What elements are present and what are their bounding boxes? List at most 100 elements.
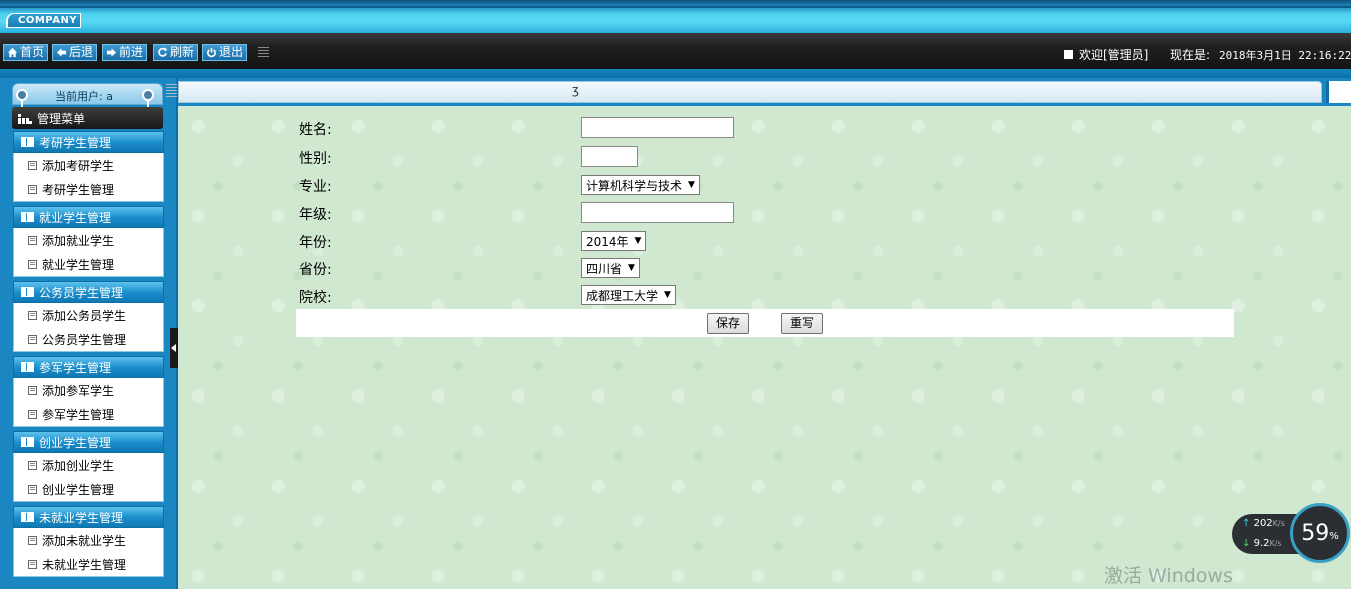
- menu-item-add-gongwuyuan[interactable]: 添加公务员学生: [14, 303, 163, 327]
- percent-sign: %: [1329, 530, 1339, 542]
- menu-item-add-weijiuye[interactable]: 添加未就业学生: [14, 528, 163, 552]
- refresh-button[interactable]: 刷新: [153, 44, 199, 61]
- sidebar-collapse-toggle[interactable]: [170, 328, 178, 368]
- menu-item-add-canjun[interactable]: 添加参军学生: [14, 378, 163, 402]
- menu-item-manage-gongwuyuan[interactable]: 公务员学生管理: [14, 327, 163, 351]
- header-separator: [0, 69, 1351, 78]
- group-items: 添加考研学生 考研学生管理: [13, 153, 164, 202]
- top-banner: COMPANY: [0, 0, 1351, 33]
- dropdown-arrow-icon: ▼: [688, 180, 695, 190]
- document-icon: [28, 535, 37, 545]
- document-icon: [28, 559, 37, 569]
- menu-item-manage-kaoyan[interactable]: 考研学生管理: [14, 177, 163, 201]
- group-items: 添加未就业学生 未就业学生管理: [13, 528, 164, 577]
- dropdown-arrow-icon: ▼: [628, 263, 635, 273]
- grade-input[interactable]: [581, 202, 734, 223]
- current-user-label: 当前用户: a: [55, 90, 113, 103]
- book-icon: [21, 137, 34, 147]
- arrow-down-icon: ↓: [1242, 538, 1251, 549]
- book-icon: [21, 437, 34, 447]
- menu-item-manage-canjun[interactable]: 参军学生管理: [14, 402, 163, 426]
- current-datetime: 2018年3月1日 22:16:22: [1219, 49, 1351, 62]
- menu-group-kaoyan: 考研学生管理 添加考研学生 考研学生管理: [13, 131, 164, 202]
- arrow-up-icon: ↑: [1242, 518, 1251, 529]
- menu-title: 管理菜单: [37, 111, 86, 126]
- school-selected: 成都理工大学: [586, 288, 659, 303]
- group-header-weijiuye[interactable]: 未就业学生管理: [13, 506, 164, 528]
- gender-input[interactable]: [581, 146, 638, 167]
- menu-item-add-kaoyan[interactable]: 添加考研学生: [14, 153, 163, 177]
- welcome-text: 欢迎[管理员]: [1064, 46, 1148, 63]
- menu-item-manage-jiuye[interactable]: 就业学生管理: [14, 252, 163, 276]
- group-items: 添加公务员学生 公务员学生管理: [13, 303, 164, 352]
- group-header-kaoyan[interactable]: 考研学生管理: [13, 131, 164, 153]
- menu-list: 考研学生管理 添加考研学生 考研学生管理 就业学生管理 添加就业学生 就业学生管…: [13, 131, 164, 581]
- speed-unit: K/s: [1272, 519, 1285, 528]
- back-button[interactable]: 后退: [52, 44, 98, 61]
- major-select[interactable]: 计算机科学与技术 ▼: [581, 175, 700, 195]
- document-icon: [28, 160, 37, 170]
- group-title: 公务员学生管理: [39, 285, 124, 300]
- tab-strip: [178, 81, 1322, 103]
- menu-item-label: 添加公务员学生: [42, 308, 127, 323]
- activate-windows-watermark: 激活 Windows: [1104, 565, 1233, 587]
- name-input[interactable]: [581, 117, 734, 138]
- group-title: 就业学生管理: [39, 210, 112, 225]
- menu-group-chuangye: 创业学生管理 添加创业学生 创业学生管理: [13, 431, 164, 502]
- group-header-jiuye[interactable]: 就业学生管理: [13, 206, 164, 228]
- menu-item-manage-chuangye[interactable]: 创业学生管理: [14, 477, 163, 501]
- province-select[interactable]: 四川省 ▼: [581, 258, 640, 278]
- logout-button-label: 退出: [219, 45, 244, 59]
- group-header-chuangye[interactable]: 创业学生管理: [13, 431, 164, 453]
- toolbar: 首页 后退 前进 刷新 退出 欢迎[管理员] 现在是: 2018年3月1日 22…: [0, 33, 1351, 69]
- document-icon: [28, 484, 37, 494]
- speed-unit: K/s: [1269, 539, 1282, 548]
- menu-group-canjun: 参军学生管理 添加参军学生 参军学生管理: [13, 356, 164, 427]
- hook-right-icon: [142, 89, 154, 110]
- document-icon: [28, 259, 37, 269]
- main-content: [178, 106, 1351, 589]
- menu-item-label: 创业学生管理: [42, 482, 115, 497]
- reset-button[interactable]: 重写: [781, 313, 824, 334]
- group-title: 创业学生管理: [39, 435, 112, 450]
- menu-item-label: 考研学生管理: [42, 182, 115, 197]
- group-items: 添加创业学生 创业学生管理: [13, 453, 164, 502]
- menu-item-add-chuangye[interactable]: 添加创业学生: [14, 453, 163, 477]
- document-icon: [28, 385, 37, 395]
- menu-item-label: 添加未就业学生: [42, 533, 127, 548]
- back-button-label: 后退: [69, 45, 94, 59]
- menu-item-label: 添加考研学生: [42, 158, 115, 173]
- company-logo: COMPANY: [6, 13, 82, 28]
- book-icon: [21, 212, 34, 222]
- document-icon: [28, 409, 37, 419]
- forward-button-label: 前进: [119, 45, 144, 59]
- refresh-icon: [158, 47, 168, 57]
- name-label: 姓名:: [299, 122, 332, 138]
- tab-bar-end: [1326, 81, 1351, 103]
- menu-item-add-jiuye[interactable]: 添加就业学生: [14, 228, 163, 252]
- document-icon: [28, 235, 37, 245]
- menu-item-manage-weijiuye[interactable]: 未就业学生管理: [14, 552, 163, 576]
- group-header-canjun[interactable]: 参军学生管理: [13, 356, 164, 378]
- year-select[interactable]: 2014年 ▼: [581, 231, 647, 251]
- group-title: 参军学生管理: [39, 360, 112, 375]
- dropdown-arrow-icon: ▼: [634, 236, 642, 246]
- home-icon: [7, 47, 18, 58]
- home-button[interactable]: 首页: [3, 44, 49, 61]
- usage-gauge[interactable]: 59%: [1290, 503, 1350, 563]
- year-selected: 2014年: [586, 234, 629, 249]
- save-button[interactable]: 保存: [707, 313, 750, 334]
- group-items: 添加参军学生 参军学生管理: [13, 378, 164, 427]
- forward-button[interactable]: 前进: [102, 44, 148, 61]
- download-speed-value: 9.2: [1253, 538, 1270, 549]
- now-label: 现在是:: [1170, 48, 1211, 62]
- gender-label: 性别:: [299, 151, 332, 167]
- logout-button[interactable]: 退出: [202, 44, 248, 61]
- book-icon: [21, 287, 34, 297]
- menu-item-label: 未就业学生管理: [42, 557, 127, 572]
- arrow-right-icon: [106, 48, 117, 57]
- tab-glyph: ӡ: [572, 83, 579, 97]
- group-header-gongwuyuan[interactable]: 公务员学生管理: [13, 281, 164, 303]
- year-label: 年份:: [299, 235, 332, 251]
- school-select[interactable]: 成都理工大学 ▼: [581, 285, 676, 305]
